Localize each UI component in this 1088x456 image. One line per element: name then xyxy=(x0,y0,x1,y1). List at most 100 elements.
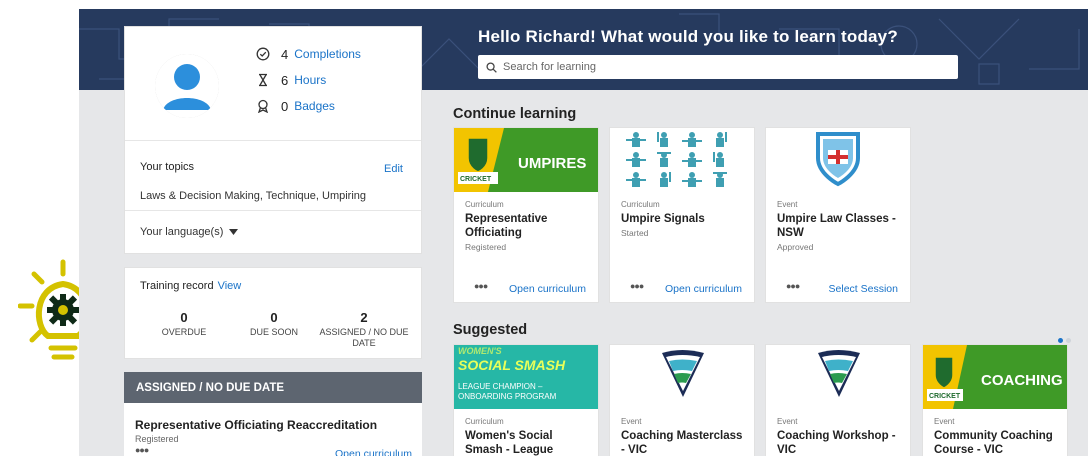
suggested-card[interactable]: WOMEN'S SOCIAL SMASH LEAGUE CHAMPION – O… xyxy=(453,344,599,456)
card-title[interactable]: Representative Officiating xyxy=(465,212,593,240)
assigned-item: Representative Officiating Reaccreditati… xyxy=(124,403,422,456)
social-smash-artwork: WOMEN'S SOCIAL SMASH LEAGUE CHAMPION – O… xyxy=(454,345,598,409)
coaching-banner-image: CRICKET COACHING xyxy=(923,345,1067,409)
search-input[interactable] xyxy=(503,61,943,73)
card-kind: Curriculum xyxy=(621,200,660,209)
select-session-button[interactable]: Select Session xyxy=(829,283,898,295)
app-root: Hello Richard! What would you like to le… xyxy=(0,0,1088,456)
umpire-signals-artwork xyxy=(626,132,727,187)
stat-label[interactable]: Badges xyxy=(294,99,335,113)
user-silhouette-icon xyxy=(155,54,219,118)
card-kind: Event xyxy=(777,417,798,426)
coaching-banner-text: COACHING xyxy=(981,372,1063,389)
search-box[interactable] xyxy=(478,55,958,79)
more-options-icon[interactable]: ●●● xyxy=(786,281,800,291)
search-icon xyxy=(486,61,497,73)
cricket-logo-text: CRICKET xyxy=(929,393,961,400)
banner-sub-text-1: LEAGUE CHAMPION – xyxy=(458,382,543,391)
count-value: 0 xyxy=(180,310,188,325)
left-sidebar: 4 Completions 6 Hours 0 Badges Your topi… xyxy=(124,26,422,456)
carousel-dot-active[interactable] xyxy=(1058,338,1063,343)
umpires-banner-image: CRICKET UMPIRES xyxy=(454,128,598,192)
suggested-card[interactable]: CRICKET COACHING Event Community Coachin… xyxy=(922,344,1068,456)
nsw-shield-logo xyxy=(816,132,860,187)
suggested-card[interactable]: Event Coaching Masterclass - VIC xyxy=(609,344,755,456)
carousel-dot[interactable] xyxy=(1066,338,1071,343)
topics-title: Your topics xyxy=(140,161,195,173)
banner-main-text: SOCIAL SMASH xyxy=(458,357,566,373)
nsw-shield-image xyxy=(766,128,910,192)
vic-chevron-logo xyxy=(818,350,860,397)
avatar[interactable] xyxy=(155,54,219,118)
vic-logo-image xyxy=(766,345,910,409)
topics-list: Laws & Decision Making, Technique, Umpir… xyxy=(140,190,367,202)
card-kind: Curriculum xyxy=(465,417,504,426)
card-kind: Event xyxy=(934,417,955,426)
vic-logo-image xyxy=(610,345,754,409)
stat-label[interactable]: Completions xyxy=(294,47,361,61)
social-smash-image: WOMEN'S SOCIAL SMASH LEAGUE CHAMPION – O… xyxy=(454,345,598,409)
learning-card[interactable]: Curriculum Umpire Signals Started ●●● Op… xyxy=(609,127,755,303)
assigned-heading: ASSIGNED / NO DUE DATE xyxy=(124,372,422,403)
due-soon-count[interactable]: 0 DUE SOON xyxy=(229,310,319,338)
banner-top-text: WOMEN'S xyxy=(458,346,502,356)
overdue-count[interactable]: 0 OVERDUE xyxy=(139,310,229,338)
training-view-link[interactable]: View xyxy=(218,280,242,292)
caret-down-icon xyxy=(229,229,239,235)
learning-card[interactable]: CRICKET UMPIRES Curriculum Representativ… xyxy=(453,127,599,303)
language-text: Your language(s) xyxy=(140,226,224,238)
more-options-icon[interactable]: ●●● xyxy=(630,281,644,291)
stat-value: 4 xyxy=(281,46,289,62)
main-area: Hello Richard! What would you like to le… xyxy=(79,9,1088,456)
language-label[interactable]: Your language(s) xyxy=(140,226,239,238)
card-title[interactable]: Umpire Law Classes - NSW xyxy=(777,212,905,240)
open-curriculum-button[interactable]: Open curriculum xyxy=(665,283,742,295)
stat-label[interactable]: Hours xyxy=(294,73,326,87)
umpires-banner-text: UMPIRES xyxy=(518,155,586,172)
umpires-artwork: CRICKET UMPIRES xyxy=(454,128,598,192)
continue-learning-title: Continue learning xyxy=(453,106,577,122)
count-label: OVERDUE xyxy=(161,327,207,337)
card-title[interactable]: Coaching Masterclass - VIC xyxy=(621,429,749,456)
stat-hours[interactable]: 6 Hours xyxy=(255,67,361,93)
training-record-card: Training record View 0 OVERDUE 0 DUE SOON… xyxy=(124,267,422,359)
card-title[interactable]: Community Coaching Course - VIC xyxy=(934,429,1062,456)
cricket-logo-text: CRICKET xyxy=(460,176,492,183)
profile-card: 4 Completions 6 Hours 0 Badges Your topi… xyxy=(124,26,422,254)
check-circle-icon xyxy=(255,46,271,62)
training-title: Training record View xyxy=(140,280,241,292)
count-value: 2 xyxy=(360,310,368,325)
assigned-item-title[interactable]: Representative Officiating Reaccreditati… xyxy=(135,418,377,432)
card-status: Started xyxy=(621,228,649,238)
badge-icon xyxy=(255,98,271,114)
assigned-count[interactable]: 2 ASSIGNED / NO DUE DATE xyxy=(319,310,409,349)
card-kind: Event xyxy=(621,417,642,426)
open-curriculum-button[interactable]: Open curriculum xyxy=(509,283,586,295)
card-status: Registered xyxy=(465,242,507,252)
learning-card[interactable]: Event Umpire Law Classes - NSW Approved … xyxy=(765,127,911,303)
open-curriculum-link[interactable]: Open curriculum xyxy=(335,448,412,456)
card-kind: Event xyxy=(777,200,798,209)
profile-summary: 4 Completions 6 Hours 0 Badges xyxy=(125,27,421,141)
stat-value: 0 xyxy=(281,98,289,114)
banner-sub-text-2: ONBOARDING PROGRAM xyxy=(458,392,557,401)
card-status: Approved xyxy=(777,242,814,252)
stat-value: 6 xyxy=(281,72,289,88)
vic-chevron-logo xyxy=(662,350,704,397)
stat-badges[interactable]: 0 Badges xyxy=(255,93,361,119)
stat-completions[interactable]: 4 Completions xyxy=(255,41,361,67)
card-title[interactable]: Umpire Signals xyxy=(621,212,749,226)
card-title[interactable]: Women's Social Smash - League xyxy=(465,429,593,456)
more-options-icon[interactable]: ●●● xyxy=(474,281,488,291)
coaching-artwork: CRICKET COACHING xyxy=(923,345,1067,409)
card-kind: Curriculum xyxy=(465,200,504,209)
count-value: 0 xyxy=(270,310,278,325)
language-dropdown[interactable]: Your language(s) xyxy=(125,211,421,253)
suggested-card[interactable]: Event Coaching Workshop - VIC xyxy=(765,344,911,456)
assigned-item-status: Registered xyxy=(135,434,179,444)
topics-section: Your topics Edit Laws & Decision Making,… xyxy=(125,141,421,211)
edit-topics-link[interactable]: Edit xyxy=(384,163,403,175)
count-label: ASSIGNED / NO DUE DATE xyxy=(319,327,409,348)
card-title[interactable]: Coaching Workshop - VIC xyxy=(777,429,905,456)
more-options-icon[interactable]: ●●● xyxy=(135,445,149,455)
